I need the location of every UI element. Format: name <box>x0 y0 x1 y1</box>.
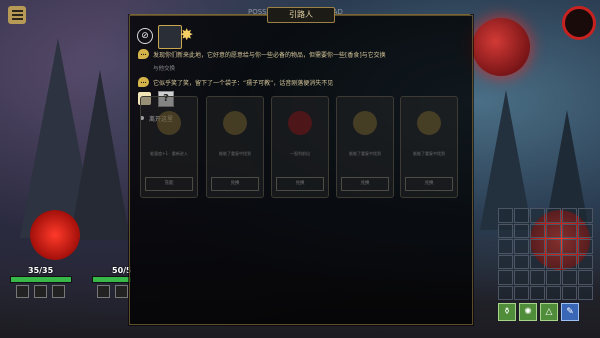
triangle-icon[interactable]: △ <box>540 303 558 321</box>
inventory-slot[interactable] <box>578 239 593 254</box>
status-slot[interactable] <box>52 285 65 298</box>
dialog-line-1: 发现你们新来此地，它好意的愿意给与你一些必备的物品，但需要你一些[香食]与它交换 <box>153 52 386 59</box>
option-card[interactable]: 能能了重复中找到 兑换 <box>336 96 394 198</box>
inventory-slot[interactable] <box>530 208 545 223</box>
inventory-slot[interactable] <box>530 285 545 300</box>
card-button[interactable]: 兑换 <box>405 177 453 191</box>
card-label: 一股利前出 <box>290 151 310 156</box>
inventory-slot[interactable] <box>562 270 577 285</box>
inventory-slot[interactable] <box>562 285 577 300</box>
status-slot[interactable] <box>115 285 128 298</box>
inventory-slot[interactable] <box>578 208 593 223</box>
blood-moon <box>472 18 530 76</box>
inventory-slot[interactable] <box>578 254 593 269</box>
inventory-slot[interactable] <box>546 254 561 269</box>
status-slot[interactable] <box>97 285 110 298</box>
dialog-line-2: 它似乎笑了笑，留下了一个袋子：“孺子可教”，话音刚落便消失不见 <box>153 80 334 87</box>
exchange-option[interactable]: 与他交换 <box>153 64 175 72</box>
inventory-slot[interactable] <box>498 285 513 300</box>
menu-icon[interactable] <box>8 6 26 24</box>
inventory-slot[interactable] <box>514 285 529 300</box>
inventory-slot[interactable] <box>514 223 529 238</box>
inventory-slot[interactable] <box>562 254 577 269</box>
card-button[interactable]: 兑换 <box>341 177 389 191</box>
card-label: 能能了重复中找到 <box>219 151 251 156</box>
option-card[interactable]: 能能了重复中找到 兑换 <box>400 96 458 198</box>
inventory-slot[interactable] <box>546 285 561 300</box>
no-entry-icon[interactable]: ⊘ <box>137 28 153 44</box>
potion-icon[interactable]: ⚱ <box>498 303 516 321</box>
option-card[interactable]: 能能了重复中找到 兑换 <box>206 96 264 198</box>
card-emblem-icon <box>223 111 247 135</box>
inventory-slot[interactable] <box>530 270 545 285</box>
pine-tree <box>70 70 130 240</box>
inventory-slot[interactable] <box>498 254 513 269</box>
inventory-slot[interactable] <box>562 208 577 223</box>
inventory-slot[interactable] <box>530 254 545 269</box>
hp-bar <box>92 276 132 283</box>
inventory-slot[interactable] <box>514 239 529 254</box>
inventory-slot[interactable] <box>514 208 529 223</box>
inventory-slot[interactable] <box>546 208 561 223</box>
wrench-icon[interactable]: ✎ <box>561 303 579 321</box>
inventory-slot[interactable] <box>578 270 593 285</box>
card-label: 能能了重复中找到 <box>413 151 445 156</box>
spider-lily <box>30 210 80 260</box>
inventory-slot[interactable] <box>546 239 561 254</box>
inventory-grid <box>498 208 594 300</box>
speech-icon: … <box>138 49 149 59</box>
inventory-slot[interactable] <box>530 223 545 238</box>
inventory-slot[interactable] <box>578 285 593 300</box>
card-button[interactable]: 兑换 <box>276 177 324 191</box>
card-emblem-icon <box>417 111 441 135</box>
inventory-slot[interactable] <box>514 254 529 269</box>
card-emblem-icon <box>353 111 377 135</box>
dialog-title: 引路人 <box>267 7 335 23</box>
hp-fill <box>11 277 71 282</box>
character-portrait-icon[interactable] <box>158 25 182 49</box>
inventory-slot[interactable] <box>514 270 529 285</box>
gear-icon[interactable]: ✺ <box>519 303 537 321</box>
hp-text: 35/35 <box>28 266 54 275</box>
inventory-slot[interactable] <box>530 239 545 254</box>
card-emblem-icon <box>288 111 312 135</box>
inventory-slot[interactable] <box>546 270 561 285</box>
inventory-slot[interactable] <box>498 223 513 238</box>
option-card[interactable]: 能量度+1 · 重新进入 充能 <box>140 96 198 198</box>
card-button[interactable]: 充能 <box>145 177 193 191</box>
hp-fill <box>93 277 131 282</box>
status-slot[interactable] <box>16 285 29 298</box>
card-label: 能量度+1 · 重新进入 <box>150 151 188 156</box>
inventory-slot[interactable] <box>546 223 561 238</box>
sun-icon: ✸ <box>180 25 194 44</box>
card-button[interactable]: 兑换 <box>211 177 259 191</box>
inventory-slot[interactable] <box>562 239 577 254</box>
inventory-slot[interactable] <box>562 223 577 238</box>
inventory-slot[interactable] <box>498 239 513 254</box>
speech-icon: … <box>138 77 149 87</box>
hp-bar <box>10 276 72 283</box>
inventory-slot[interactable] <box>498 208 513 223</box>
inventory-slot[interactable] <box>498 270 513 285</box>
action-toolbar: ⚱ ✺ △ ✎ <box>498 303 579 321</box>
card-emblem-icon <box>157 111 181 135</box>
option-card[interactable]: 一股利前出 兑换 <box>271 96 329 198</box>
inventory-slot[interactable] <box>578 223 593 238</box>
game-logo-icon <box>562 6 596 40</box>
card-label: 能能了重复中找到 <box>349 151 381 156</box>
status-slot[interactable] <box>34 285 47 298</box>
